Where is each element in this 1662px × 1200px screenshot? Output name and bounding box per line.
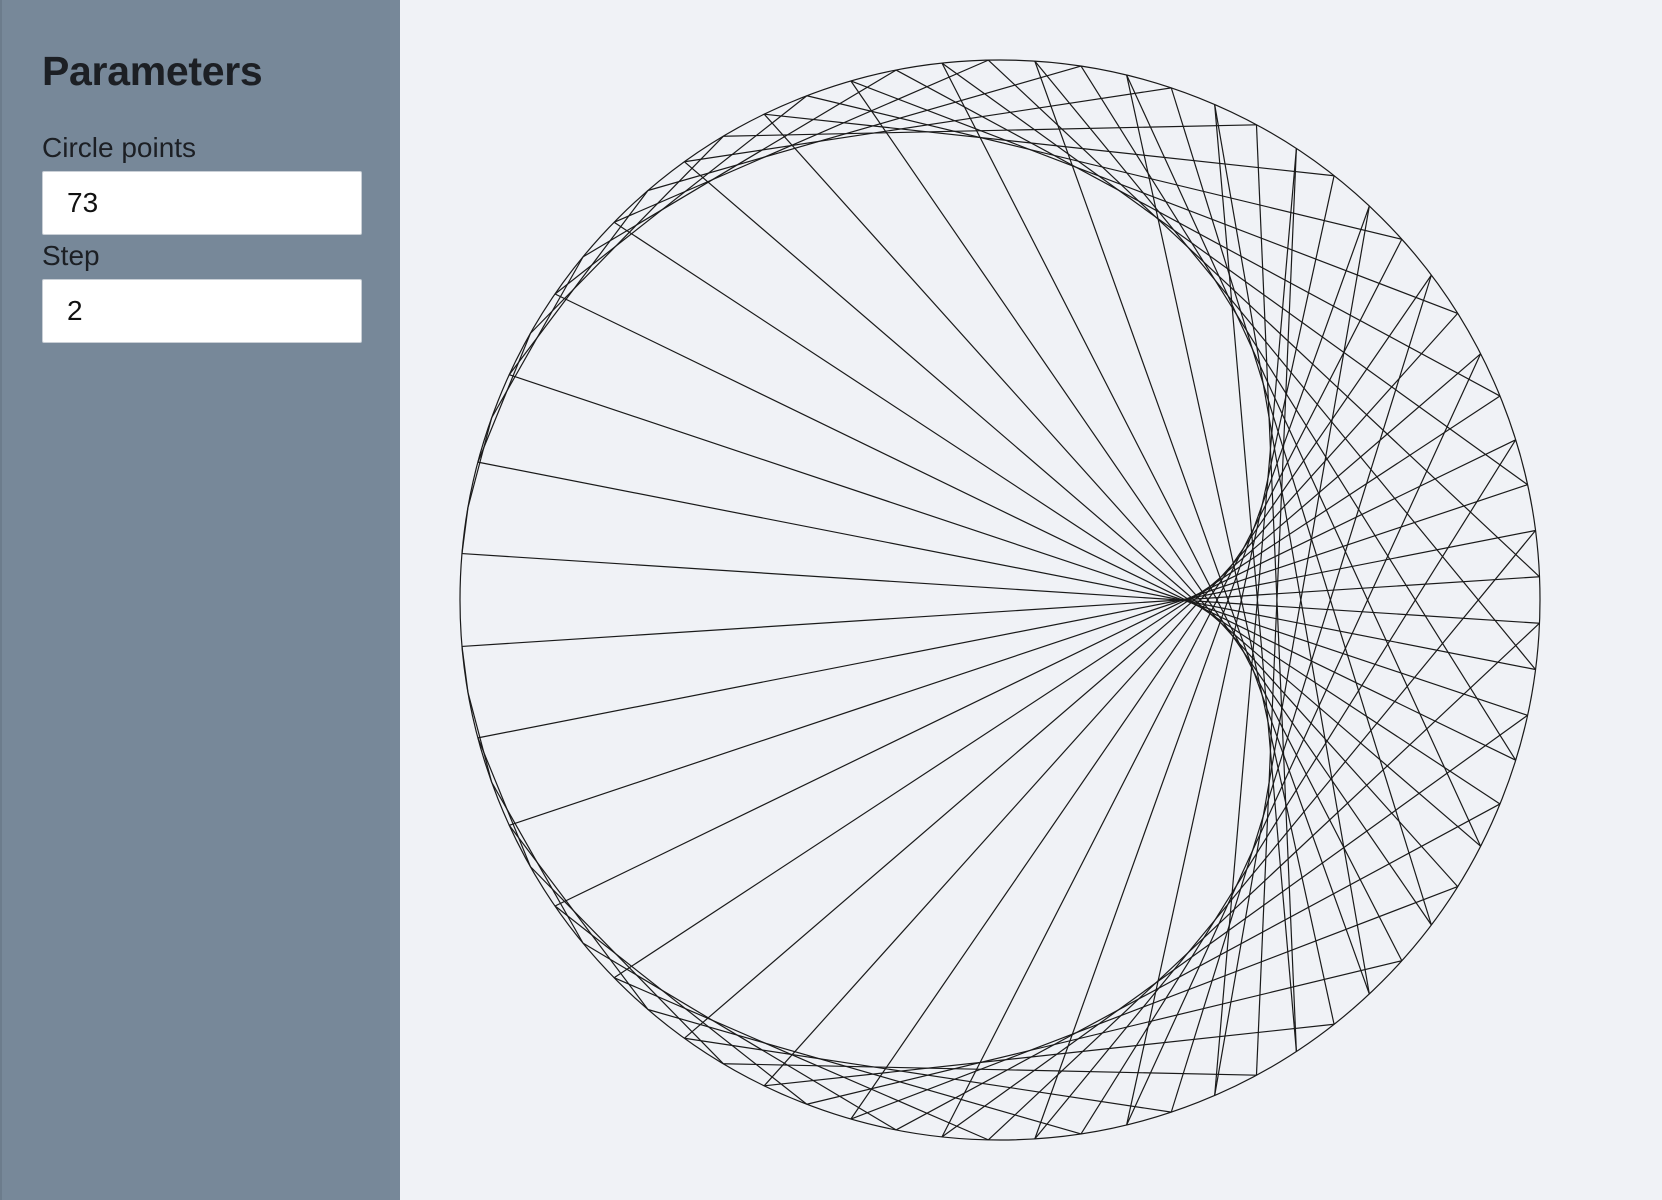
chord-line <box>477 461 1536 671</box>
chord-line <box>477 737 531 867</box>
chord-line <box>554 439 1516 907</box>
chord-line <box>613 59 989 223</box>
chord-line <box>529 866 724 1065</box>
chord-line <box>684 161 1482 847</box>
chord-line <box>509 484 1528 826</box>
chord-line <box>1034 530 1536 1140</box>
chord-line <box>1034 60 1370 995</box>
chord-line <box>1170 274 1432 1113</box>
chord-line <box>764 113 1335 177</box>
chord-line <box>647 1008 1082 1135</box>
chord-line <box>1080 65 1517 761</box>
app-window: Parameters Circle points Step <box>0 0 1662 1200</box>
outer-circle <box>459 59 1541 1141</box>
chord-line <box>850 886 1458 1120</box>
chord-line <box>461 576 1540 648</box>
chord-line <box>1255 124 1297 1052</box>
chord-line <box>1126 353 1482 1126</box>
step-input[interactable] <box>42 279 362 343</box>
chord-line <box>613 977 989 1141</box>
chord-line <box>941 238 1403 1138</box>
chord-line <box>508 190 649 376</box>
chord-line <box>850 80 1458 314</box>
chord-line <box>461 507 469 554</box>
chord-line <box>508 824 649 1010</box>
chord-line <box>647 65 1082 192</box>
chord-line <box>461 552 1540 624</box>
chord-line <box>554 95 808 295</box>
chord-line <box>1255 148 1297 1076</box>
chord-line <box>850 274 1432 1120</box>
chord-line <box>582 69 897 258</box>
chord-line <box>764 1023 1335 1087</box>
chord-line <box>850 80 1432 926</box>
sidebar-title: Parameters <box>42 48 263 94</box>
step-label: Step <box>42 240 100 271</box>
chord-line <box>613 221 1501 805</box>
chord-line <box>477 333 531 463</box>
chord-line <box>529 135 724 334</box>
chord-line <box>554 293 1516 761</box>
drawing-canvas <box>459 59 1541 1141</box>
chord-line <box>941 62 1528 486</box>
chord-line <box>1034 60 1536 670</box>
chord-line <box>1126 175 1335 1126</box>
chord-line <box>941 714 1528 1138</box>
chord-line <box>806 95 1402 240</box>
chord-line <box>895 803 1501 1131</box>
chord-line <box>477 529 1536 739</box>
circle-points-input[interactable] <box>42 171 362 235</box>
chord-line <box>806 960 1402 1105</box>
chord-line <box>1034 205 1370 1140</box>
chord-line <box>1080 439 1517 1135</box>
drawing-canvas-area <box>400 0 1662 1200</box>
sidebar: Parameters Circle points Step <box>0 0 400 1200</box>
chord-line <box>1126 74 1335 1025</box>
chord-line <box>467 692 493 783</box>
chord-line <box>941 62 1403 962</box>
chord-line <box>582 942 897 1131</box>
chord-line <box>684 353 1482 1039</box>
chord-line <box>1170 87 1432 926</box>
circle-points-label: Circle points <box>42 132 197 163</box>
chord-line <box>461 646 469 693</box>
